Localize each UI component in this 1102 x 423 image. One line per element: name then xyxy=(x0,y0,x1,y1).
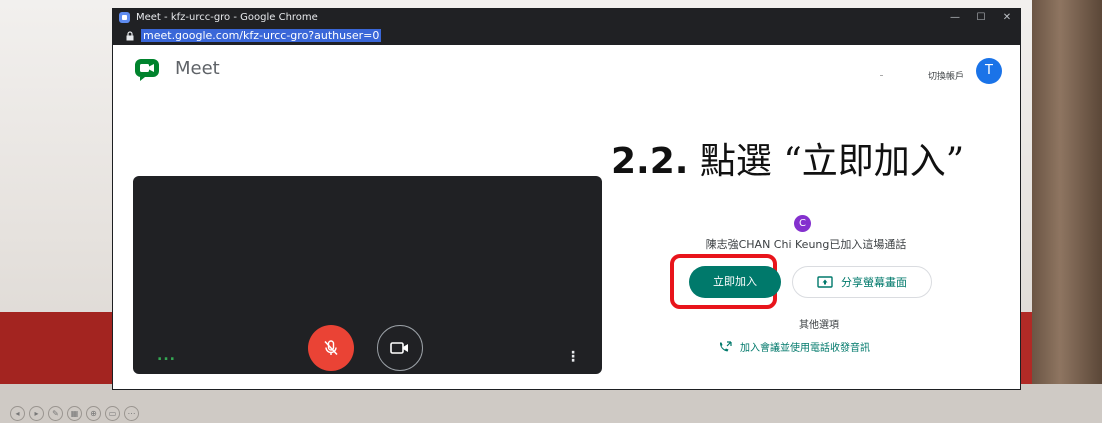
slide-bottom-strip xyxy=(0,384,1102,423)
wood-background xyxy=(1032,0,1102,423)
browser-window: Meet - kfz-urcc-gro - Google Chrome — ☐ … xyxy=(113,9,1020,389)
next-slide-icon[interactable]: ▸ xyxy=(29,406,44,421)
camera-toggle-button[interactable] xyxy=(377,325,423,371)
more-options-kebab-icon[interactable]: ⋮ xyxy=(566,349,580,365)
minimize-button[interactable]: — xyxy=(942,9,968,26)
more-options-label: 其他選項 xyxy=(799,320,839,331)
window-controls: — ☐ ✕ xyxy=(942,9,1020,26)
maximize-button[interactable]: ☐ xyxy=(968,9,994,26)
slideshow-controls[interactable]: ◂ ▸ ✎ ▦ ⊕ ▭ ⋯ xyxy=(10,406,139,421)
avatar[interactable]: T xyxy=(976,58,1002,84)
present-screen-icon xyxy=(817,276,833,288)
previous-slide-icon[interactable]: ◂ xyxy=(10,406,25,421)
slides-icon[interactable]: ▦ xyxy=(67,406,82,421)
meet-logo-icon xyxy=(135,59,159,81)
meet-favicon-icon xyxy=(119,12,130,23)
window-title: Meet - kfz-urcc-gro - Google Chrome xyxy=(136,12,318,23)
present-screen-button[interactable]: 分享螢幕畫面 xyxy=(792,266,932,298)
phone-icon xyxy=(719,340,732,351)
present-screen-label: 分享螢幕畫面 xyxy=(841,277,907,289)
instruction-heading: 2.2. 點選 “立即加入” xyxy=(611,132,964,184)
participant-joined-text: 陳志強CHAN Chi Keung已加入這場通話 xyxy=(705,238,907,251)
address-bar[interactable]: meet.google.com/kfz-urcc-gro?authuser=0 xyxy=(113,26,1020,45)
slide-red-band-left xyxy=(0,312,120,384)
switch-account-link[interactable]: 切換帳戶 xyxy=(928,69,964,82)
title-bar: Meet - kfz-urcc-gro - Google Chrome — ☐ … xyxy=(113,9,1020,26)
join-by-phone-link[interactable]: 加入會議並使用電話收發音訊 xyxy=(718,339,870,354)
header-dot xyxy=(880,75,883,76)
app-name: Meet xyxy=(175,58,220,79)
url-text[interactable]: meet.google.com/kfz-urcc-gro?authuser=0 xyxy=(141,29,382,42)
mic-toggle-button[interactable] xyxy=(308,325,354,371)
connection-dots-icon: ... xyxy=(157,348,176,364)
subtitle-icon[interactable]: ▭ xyxy=(105,406,120,421)
close-button[interactable]: ✕ xyxy=(994,9,1020,26)
meet-header: Meet 切換帳戶 T xyxy=(113,45,1020,95)
join-by-phone-label: 加入會議並使用電話收發音訊 xyxy=(740,343,870,354)
mic-off-icon xyxy=(324,340,338,356)
video-preview: ... ⋮ xyxy=(133,176,602,374)
join-now-button[interactable]: 立即加入 xyxy=(689,266,781,298)
camera-icon xyxy=(390,342,408,354)
instruction-text: 點選 “立即加入” xyxy=(688,141,965,182)
participant-avatar: C xyxy=(794,215,811,232)
more-icon[interactable]: ⋯ xyxy=(124,406,139,421)
pen-icon[interactable]: ✎ xyxy=(48,406,63,421)
zoom-icon[interactable]: ⊕ xyxy=(86,406,101,421)
lock-icon xyxy=(126,30,134,40)
instruction-number: 2.2. xyxy=(611,141,689,182)
